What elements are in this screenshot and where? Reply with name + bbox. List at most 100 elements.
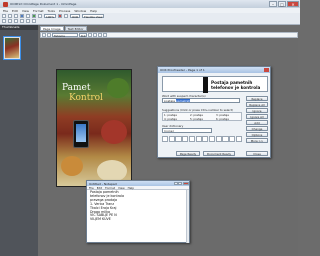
menu-window[interactable]: Window — [74, 9, 86, 13]
suggestion-item[interactable]: 6: postaja — [216, 118, 229, 121]
char-key[interactable] — [235, 136, 242, 142]
more-button[interactable]: More >> — [246, 138, 268, 143]
page-ready-button[interactable]: Page Ready — [176, 151, 200, 156]
text-line: VILJEM KUVE — [90, 217, 111, 222]
thumbnails-panel: Thumbnails — [0, 25, 38, 256]
word-highlight: pametnih — [175, 99, 191, 103]
notepad-menu-edit[interactable]: Edit — [97, 186, 102, 190]
phone-image — [73, 120, 89, 148]
user-dictionary-select[interactable]: (none) — [162, 128, 212, 133]
ocr-proofreader-dialog: OCR Proofreader - Page 1 of 1 Postaja pa… — [157, 66, 271, 158]
notepad-close-icon[interactable] — [182, 181, 189, 186]
page-image[interactable]: Pamet Kontrol — [56, 69, 132, 187]
menu-view[interactable]: View — [22, 9, 29, 13]
notepad-maximize-icon[interactable] — [178, 181, 182, 186]
suggestion-item[interactable]: 3: postaja — [216, 114, 229, 117]
char-key[interactable] — [168, 136, 175, 142]
char-key[interactable] — [208, 136, 216, 142]
menu-file[interactable]: File — [3, 9, 8, 13]
open-icon[interactable] — [8, 14, 12, 18]
font-select[interactable]: Tahoma — [52, 33, 78, 38]
align-left-icon[interactable] — [88, 33, 92, 37]
close-button[interactable]: ✕ — [287, 1, 299, 7]
char-key[interactable] — [215, 136, 222, 142]
phone-screen — [76, 124, 86, 142]
word-prefix: postaja — [164, 99, 176, 103]
page-headline-2: Kontrol — [69, 93, 103, 103]
notepad-scrollbar[interactable] — [186, 190, 189, 243]
app-icon — [3, 1, 8, 7]
zoom-in-icon[interactable] — [26, 19, 30, 23]
char-key[interactable] — [188, 136, 196, 142]
menu-format[interactable]: Format — [33, 9, 44, 13]
page-thumbnail[interactable] — [4, 37, 20, 59]
options-button[interactable]: Options — [246, 132, 268, 137]
ocr-dialog-close-icon[interactable] — [264, 68, 269, 72]
char-key[interactable] — [229, 136, 236, 142]
italic-icon[interactable] — [47, 33, 51, 37]
scan-icon[interactable] — [20, 14, 24, 18]
fit-page-icon[interactable] — [64, 14, 68, 18]
suggestion-item[interactable]: 1: postaja — [164, 114, 177, 117]
ignore-button[interactable]: Ignore — [246, 108, 268, 113]
pointer-icon[interactable] — [2, 19, 6, 23]
notepad-menu-format[interactable]: Format — [105, 186, 115, 190]
zoom-out-icon[interactable] — [32, 19, 36, 23]
new-icon[interactable] — [2, 14, 6, 18]
notepad-menu-view[interactable]: View — [118, 186, 125, 190]
print-icon[interactable] — [26, 14, 30, 18]
char-key[interactable] — [195, 136, 202, 142]
zoom-select[interactable]: 100% — [44, 14, 56, 19]
menu-edit[interactable]: Edit — [12, 9, 18, 13]
replace-all-button[interactable]: Replace All — [246, 102, 268, 107]
table-icon[interactable] — [14, 19, 18, 23]
change-button[interactable]: Change — [246, 126, 268, 131]
char-key[interactable] — [162, 136, 169, 142]
zone-icon[interactable] — [8, 19, 12, 23]
notepad-menu-file[interactable]: File — [89, 186, 94, 190]
char-key[interactable] — [202, 136, 209, 142]
ocr-select[interactable]: OCR — [70, 14, 81, 19]
tab-text-editor[interactable]: Text Editor — [64, 26, 87, 31]
document-ready-button[interactable]: Document Ready — [203, 151, 235, 156]
char-key[interactable] — [182, 136, 189, 142]
vegetable-shape — [101, 120, 127, 144]
minimize-button[interactable]: – — [269, 1, 277, 7]
replace-button[interactable]: Replace — [246, 96, 268, 101]
vegetable-shape — [107, 78, 129, 98]
font-size-select[interactable]: 8.0 — [79, 33, 87, 38]
char-key[interactable] — [222, 136, 229, 142]
menu-process[interactable]: Process — [59, 9, 70, 13]
notepad-text-area[interactable]: Postaja pametnih telefonov je kontrola p… — [87, 190, 189, 223]
suggestions-list: 1: postaja 2: postaja 3: postaja 4: post… — [162, 112, 242, 121]
align-right-icon[interactable] — [98, 33, 102, 37]
char-key[interactable] — [175, 136, 182, 142]
bold-icon[interactable] — [42, 33, 46, 37]
stop-icon[interactable] — [58, 14, 62, 18]
rotate-icon[interactable] — [20, 19, 24, 23]
align-center-icon[interactable] — [93, 33, 97, 37]
view-mode-select[interactable]: Flexible View — [82, 14, 105, 19]
vegetable-shape — [61, 156, 83, 176]
ignore-all-button[interactable]: Ignore All — [246, 114, 268, 119]
add-button[interactable]: Add — [246, 120, 268, 125]
ocr-word-preview: Postaja pametnih telefonov je kontrola — [162, 76, 268, 93]
suggestion-item[interactable]: 5: postaja — [190, 118, 203, 121]
document-tabs: Page Image Text Editor — [40, 26, 87, 31]
close-dialog-button[interactable]: Close — [246, 151, 268, 156]
select-icon[interactable] — [38, 14, 42, 18]
menu-tools[interactable]: Tools — [48, 9, 55, 13]
save-icon[interactable] — [14, 14, 18, 18]
suspect-word-field[interactable]: postaja pametnih — [162, 98, 240, 103]
character-keyboard — [162, 136, 242, 142]
notepad-menu-help[interactable]: Help — [128, 186, 134, 190]
suggestion-item[interactable]: 4: postaja — [164, 118, 177, 121]
justify-icon[interactable] — [103, 33, 107, 37]
suggestion-item[interactable]: 2: postaja — [190, 114, 203, 117]
notepad-minimize-icon[interactable] — [173, 181, 178, 186]
menu-help[interactable]: Help — [90, 9, 97, 13]
page-headline-1: Pamet — [62, 83, 91, 93]
maximize-button[interactable]: □ — [278, 1, 286, 7]
tab-page-image[interactable]: Page Image — [40, 26, 64, 31]
ocr-run-icon[interactable] — [32, 14, 36, 18]
